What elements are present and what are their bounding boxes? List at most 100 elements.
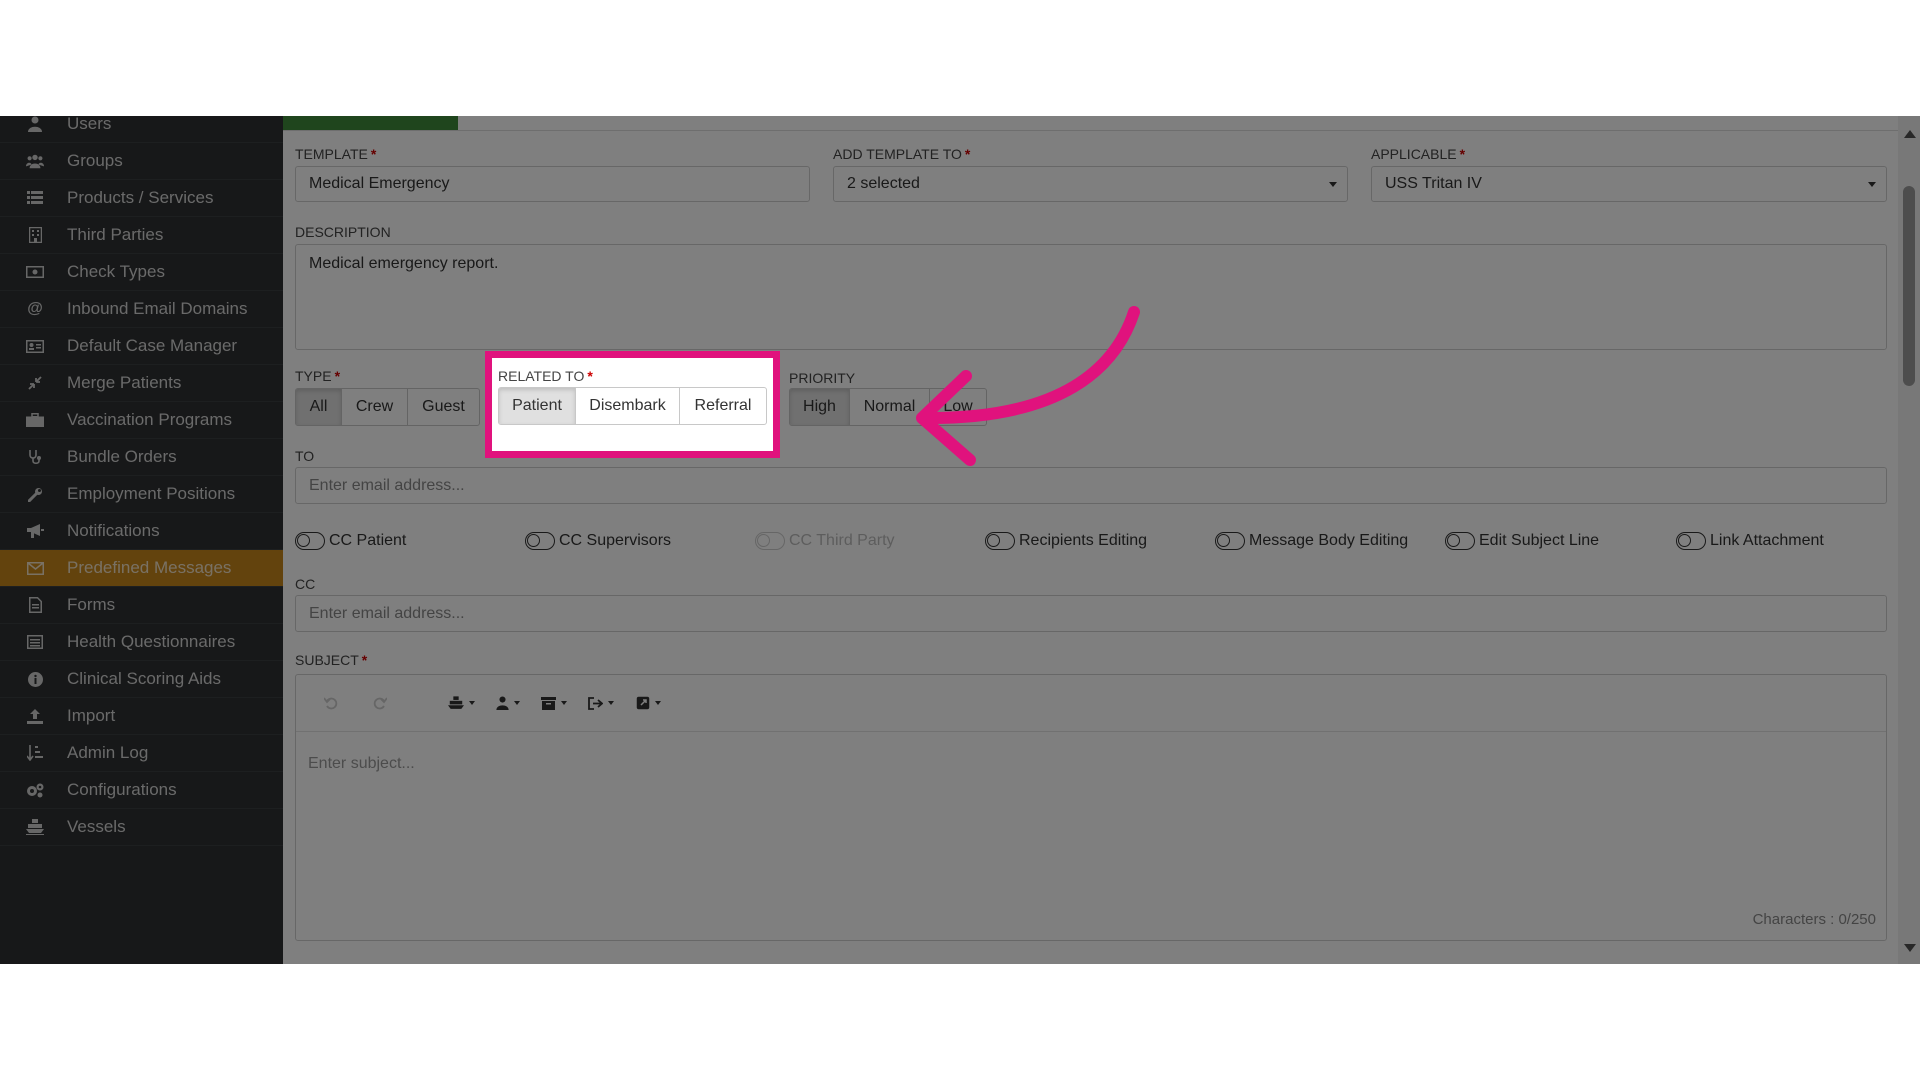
toggle-switch-icon: [1445, 532, 1475, 550]
cc-email-placeholder: Enter email address...: [309, 604, 465, 622]
scroll-thumb[interactable]: [1903, 186, 1915, 386]
sign-out-icon: [588, 696, 603, 710]
edit-subject-line-toggle[interactable]: Edit Subject Line: [1445, 532, 1599, 550]
template-value: Medical Emergency: [309, 175, 450, 192]
wrench-icon: [26, 486, 44, 502]
sidebar-item-vaccination-programs[interactable]: Vaccination Programs: [0, 402, 283, 439]
template-input[interactable]: Medical Emergency: [295, 166, 810, 202]
active-tab-indicator[interactable]: [283, 116, 458, 130]
to-email-input[interactable]: Enter email address...: [295, 467, 1887, 504]
sidebar-item-configurations[interactable]: Configurations: [0, 772, 283, 809]
ship-icon: [26, 819, 44, 835]
sidebar-item-label: Bundle Orders: [67, 447, 177, 466]
vessel-field-dropdown[interactable]: [448, 693, 475, 713]
caret-down-icon: [561, 701, 567, 705]
template-label: TEMPLATE *: [295, 146, 377, 162]
info-icon: [26, 671, 44, 687]
sidebar-item-clinical-scoring-aids[interactable]: Clinical Scoring Aids: [0, 661, 283, 698]
briefcase-icon: [26, 412, 44, 428]
user-icon: [26, 116, 44, 132]
add-template-to-select[interactable]: 2 selected: [833, 166, 1348, 202]
sidebar-item-check-types[interactable]: Check Types: [0, 254, 283, 291]
recipients-editing-toggle[interactable]: Recipients Editing: [985, 532, 1147, 550]
undo-icon[interactable]: [324, 693, 338, 713]
compress-icon: [26, 375, 44, 391]
sidebar-item-default-case-manager[interactable]: Default Case Manager: [0, 328, 283, 365]
related-to-highlight: RELATED TO * Patient Disembark Referral: [485, 351, 780, 458]
type-guest-button[interactable]: Guest: [408, 389, 479, 425]
sidebar-item-predefined-messages[interactable]: Predefined Messages: [0, 550, 283, 587]
sidebar-item-employment-positions[interactable]: Employment Positions: [0, 476, 283, 513]
archive-field-dropdown[interactable]: [541, 693, 567, 713]
sidebar-item-label: Merge Patients: [67, 373, 182, 392]
sidebar-item-import[interactable]: Import: [0, 698, 283, 735]
cc-email-input[interactable]: Enter email address...: [295, 595, 1887, 632]
sidebar-item-label: Third Parties: [67, 225, 164, 244]
sidebar-item-label: Clinical Scoring Aids: [67, 669, 222, 688]
sidebar-item-bundle-orders[interactable]: Bundle Orders: [0, 439, 283, 476]
bullhorn-icon: [26, 523, 44, 539]
main-content: TEMPLATE * Medical Emergency ADD TEMPLATE…: [283, 116, 1920, 964]
sidebar-item-vessels[interactable]: Vessels: [0, 809, 283, 846]
cc-third-party-toggle: CC Third Party: [755, 532, 895, 550]
cc-label: CC: [295, 576, 316, 592]
toggle-switch-icon: [1676, 532, 1706, 550]
sidebar-item-users[interactable]: Users: [0, 116, 283, 143]
toggle-switch-icon: [295, 532, 325, 550]
sidebar-item-groups[interactable]: Groups: [0, 143, 283, 180]
scroll-up-arrow-icon[interactable]: [1904, 130, 1916, 138]
applicable-select[interactable]: USS Tritan IV: [1371, 166, 1887, 202]
file-icon: [26, 597, 44, 613]
list-icon: [26, 190, 44, 206]
sidebar-item-notifications[interactable]: Notifications: [0, 513, 283, 550]
character-counter: Characters : 0/250: [1752, 911, 1876, 928]
sidebar-item-label: Configurations: [67, 780, 177, 799]
link-attachment-toggle[interactable]: Link Attachment: [1676, 532, 1824, 550]
to-email-placeholder: Enter email address...: [309, 476, 465, 494]
priority-high-button[interactable]: High: [790, 389, 850, 425]
related-to-patient-button[interactable]: Patient: [499, 388, 576, 424]
description-value: Medical emergency report.: [309, 255, 499, 272]
sign-out-field-dropdown[interactable]: [588, 693, 614, 713]
description-label: DESCRIPTION: [295, 224, 391, 240]
cc-patient-toggle[interactable]: CC Patient: [295, 532, 406, 550]
cc-supervisors-toggle[interactable]: CC Supervisors: [525, 532, 671, 550]
sidebar-item-label: Health Questionnaires: [67, 632, 236, 651]
priority-low-button[interactable]: Low: [930, 389, 986, 425]
redo-icon[interactable]: [373, 693, 387, 713]
type-all-button[interactable]: All: [296, 389, 342, 425]
sidebar-item-third-parties[interactable]: Third Parties: [0, 217, 283, 254]
description-textarea[interactable]: Medical emergency report.: [295, 244, 1887, 350]
sidebar-item-merge-patients[interactable]: Merge Patients: [0, 365, 283, 402]
scroll-down-arrow-icon[interactable]: [1904, 944, 1916, 952]
tab-divider: [283, 130, 1898, 131]
to-label: TO: [295, 448, 315, 464]
type-button-group: All Crew Guest: [295, 388, 480, 426]
user-icon: [496, 696, 509, 710]
priority-label: PRIORITY: [789, 370, 856, 386]
related-to-disembark-button[interactable]: Disembark: [576, 388, 680, 424]
sidebar-item-inbound-email-domains[interactable]: @ Inbound Email Domains: [0, 291, 283, 328]
sidebar-item-admin-log[interactable]: Admin Log: [0, 735, 283, 772]
priority-normal-button[interactable]: Normal: [850, 389, 930, 425]
type-crew-button[interactable]: Crew: [342, 389, 408, 425]
external-link-field-dropdown[interactable]: [636, 693, 661, 713]
caret-down-icon: [608, 701, 614, 705]
user-field-dropdown[interactable]: [496, 693, 520, 713]
related-to-referral-button[interactable]: Referral: [680, 388, 766, 424]
sidebar-item-forms[interactable]: Forms: [0, 587, 283, 624]
users-icon: [26, 153, 44, 169]
external-link-icon: [636, 696, 650, 710]
message-body-editing-toggle[interactable]: Message Body Editing: [1215, 532, 1408, 550]
money-icon: [26, 264, 44, 280]
building-icon: [26, 227, 44, 243]
sidebar-item-label: Groups: [67, 151, 123, 170]
subject-editor[interactable]: Enter subject... Characters : 0/250: [295, 674, 1887, 941]
sort-icon: [26, 745, 44, 761]
vertical-scrollbar[interactable]: [1898, 116, 1920, 964]
priority-button-group: High Normal Low: [789, 388, 987, 426]
add-template-to-value: 2 selected: [847, 175, 920, 192]
sidebar-item-health-questionnaires[interactable]: Health Questionnaires: [0, 624, 283, 661]
cogs-icon: [26, 782, 44, 798]
sidebar-item-products-services[interactable]: Products / Services: [0, 180, 283, 217]
